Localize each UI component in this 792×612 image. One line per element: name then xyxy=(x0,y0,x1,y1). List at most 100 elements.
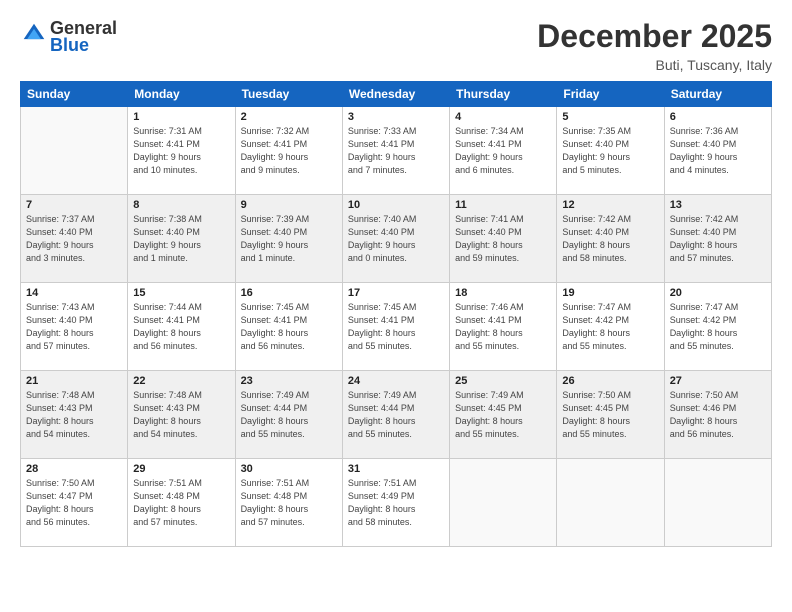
day-info: Sunrise: 7:46 AM Sunset: 4:41 PM Dayligh… xyxy=(455,301,551,353)
day-cell xyxy=(557,459,664,547)
day-cell: 3 Sunrise: 7:33 AM Sunset: 4:41 PM Daylig… xyxy=(342,107,449,195)
day-number: 30 xyxy=(241,463,337,475)
day-info: Sunrise: 7:45 AM Sunset: 4:41 PM Dayligh… xyxy=(241,301,337,353)
day-number: 1 xyxy=(133,111,229,123)
day-number: 25 xyxy=(455,375,551,387)
weekday-friday: Friday xyxy=(557,82,664,107)
day-cell: 19 Sunrise: 7:47 AM Sunset: 4:42 PM Dayli… xyxy=(557,283,664,371)
day-number: 2 xyxy=(241,111,337,123)
calendar: SundayMondayTuesdayWednesdayThursdayFrid… xyxy=(20,81,772,547)
day-cell: 23 Sunrise: 7:49 AM Sunset: 4:44 PM Dayli… xyxy=(235,371,342,459)
day-number: 3 xyxy=(348,111,444,123)
day-cell: 27 Sunrise: 7:50 AM Sunset: 4:46 PM Dayli… xyxy=(664,371,771,459)
day-cell: 24Sunrise: 7:49 AM Sunset: 4:44 PM Dayli… xyxy=(342,371,449,459)
day-cell: 25 Sunrise: 7:49 AM Sunset: 4:45 PM Dayli… xyxy=(450,371,557,459)
day-number: 15 xyxy=(133,287,229,299)
day-number: 18 xyxy=(455,287,551,299)
day-number: 21 xyxy=(26,375,122,387)
day-info: Sunrise: 7:43 AM Sunset: 4:40 PM Dayligh… xyxy=(26,301,122,353)
day-info: Sunrise: 7:31 AM Sunset: 4:41 PM Dayligh… xyxy=(133,125,229,177)
day-info: Sunrise: 7:37 AM Sunset: 4:40 PM Dayligh… xyxy=(26,213,122,265)
weekday-tuesday: Tuesday xyxy=(235,82,342,107)
day-number: 5 xyxy=(562,111,658,123)
day-info: Sunrise: 7:42 AM Sunset: 4:40 PM Dayligh… xyxy=(670,213,766,265)
day-number: 31 xyxy=(348,463,444,475)
week-row-3: 14Sunrise: 7:43 AM Sunset: 4:40 PM Dayli… xyxy=(21,283,772,371)
day-cell: 18 Sunrise: 7:46 AM Sunset: 4:41 PM Dayli… xyxy=(450,283,557,371)
day-info: Sunrise: 7:40 AM Sunset: 4:40 PM Dayligh… xyxy=(348,213,444,265)
weekday-thursday: Thursday xyxy=(450,82,557,107)
day-cell: 29Sunrise: 7:51 AM Sunset: 4:48 PM Dayli… xyxy=(128,459,235,547)
day-info: Sunrise: 7:47 AM Sunset: 4:42 PM Dayligh… xyxy=(670,301,766,353)
day-info: Sunrise: 7:41 AM Sunset: 4:40 PM Dayligh… xyxy=(455,213,551,265)
week-row-4: 21 Sunrise: 7:48 AM Sunset: 4:43 PM Dayli… xyxy=(21,371,772,459)
day-info: Sunrise: 7:33 AM Sunset: 4:41 PM Dayligh… xyxy=(348,125,444,177)
day-number: 6 xyxy=(670,111,766,123)
day-info: Sunrise: 7:49 AM Sunset: 4:44 PM Dayligh… xyxy=(241,389,337,441)
weekday-monday: Monday xyxy=(128,82,235,107)
day-info: Sunrise: 7:50 AM Sunset: 4:45 PM Dayligh… xyxy=(562,389,658,441)
day-info: Sunrise: 7:47 AM Sunset: 4:42 PM Dayligh… xyxy=(562,301,658,353)
day-number: 8 xyxy=(133,199,229,211)
day-info: Sunrise: 7:51 AM Sunset: 4:48 PM Dayligh… xyxy=(133,477,229,529)
header: General Blue December 2025 Buti, Tuscany… xyxy=(20,18,772,73)
day-cell: 8Sunrise: 7:38 AM Sunset: 4:40 PM Daylig… xyxy=(128,195,235,283)
day-cell xyxy=(450,459,557,547)
day-number: 10 xyxy=(348,199,444,211)
weekday-wednesday: Wednesday xyxy=(342,82,449,107)
day-number: 16 xyxy=(241,287,337,299)
month-title: December 2025 xyxy=(537,18,772,55)
day-number: 17 xyxy=(348,287,444,299)
week-row-5: 28Sunrise: 7:50 AM Sunset: 4:47 PM Dayli… xyxy=(21,459,772,547)
day-cell: 13 Sunrise: 7:42 AM Sunset: 4:40 PM Dayli… xyxy=(664,195,771,283)
day-info: Sunrise: 7:42 AM Sunset: 4:40 PM Dayligh… xyxy=(562,213,658,265)
day-info: Sunrise: 7:39 AM Sunset: 4:40 PM Dayligh… xyxy=(241,213,337,265)
day-number: 19 xyxy=(562,287,658,299)
weekday-saturday: Saturday xyxy=(664,82,771,107)
day-number: 23 xyxy=(241,375,337,387)
day-number: 7 xyxy=(26,199,122,211)
day-info: Sunrise: 7:51 AM Sunset: 4:49 PM Dayligh… xyxy=(348,477,444,529)
page: General Blue December 2025 Buti, Tuscany… xyxy=(0,0,792,612)
day-number: 13 xyxy=(670,199,766,211)
day-info: Sunrise: 7:50 AM Sunset: 4:47 PM Dayligh… xyxy=(26,477,122,529)
day-number: 4 xyxy=(455,111,551,123)
day-cell xyxy=(21,107,128,195)
day-info: Sunrise: 7:32 AM Sunset: 4:41 PM Dayligh… xyxy=(241,125,337,177)
day-cell: 12 Sunrise: 7:42 AM Sunset: 4:40 PM Dayli… xyxy=(557,195,664,283)
day-cell: 14Sunrise: 7:43 AM Sunset: 4:40 PM Dayli… xyxy=(21,283,128,371)
logo: General Blue xyxy=(20,18,117,55)
day-cell: 1 Sunrise: 7:31 AM Sunset: 4:41 PM Daylig… xyxy=(128,107,235,195)
day-cell: 17 Sunrise: 7:45 AM Sunset: 4:41 PM Dayli… xyxy=(342,283,449,371)
day-cell: 10 Sunrise: 7:40 AM Sunset: 4:40 PM Dayli… xyxy=(342,195,449,283)
day-info: Sunrise: 7:50 AM Sunset: 4:46 PM Dayligh… xyxy=(670,389,766,441)
day-info: Sunrise: 7:48 AM Sunset: 4:43 PM Dayligh… xyxy=(26,389,122,441)
day-cell: 15 Sunrise: 7:44 AM Sunset: 4:41 PM Dayli… xyxy=(128,283,235,371)
day-info: Sunrise: 7:35 AM Sunset: 4:40 PM Dayligh… xyxy=(562,125,658,177)
weekday-sunday: Sunday xyxy=(21,82,128,107)
day-cell: 9 Sunrise: 7:39 AM Sunset: 4:40 PM Daylig… xyxy=(235,195,342,283)
day-cell: 21 Sunrise: 7:48 AM Sunset: 4:43 PM Dayli… xyxy=(21,371,128,459)
day-info: Sunrise: 7:49 AM Sunset: 4:44 PM Dayligh… xyxy=(348,389,444,441)
day-number: 22 xyxy=(133,375,229,387)
day-cell: 28Sunrise: 7:50 AM Sunset: 4:47 PM Dayli… xyxy=(21,459,128,547)
weekday-header-row: SundayMondayTuesdayWednesdayThursdayFrid… xyxy=(21,82,772,107)
day-info: Sunrise: 7:49 AM Sunset: 4:45 PM Dayligh… xyxy=(455,389,551,441)
day-info: Sunrise: 7:45 AM Sunset: 4:41 PM Dayligh… xyxy=(348,301,444,353)
day-number: 12 xyxy=(562,199,658,211)
title-block: December 2025 Buti, Tuscany, Italy xyxy=(537,18,772,73)
day-cell: 2 Sunrise: 7:32 AM Sunset: 4:41 PM Daylig… xyxy=(235,107,342,195)
day-cell: 4Sunrise: 7:34 AM Sunset: 4:41 PM Daylig… xyxy=(450,107,557,195)
day-cell: 6Sunrise: 7:36 AM Sunset: 4:40 PM Daylig… xyxy=(664,107,771,195)
day-info: Sunrise: 7:44 AM Sunset: 4:41 PM Dayligh… xyxy=(133,301,229,353)
day-number: 11 xyxy=(455,199,551,211)
day-number: 20 xyxy=(670,287,766,299)
day-cell: 30 Sunrise: 7:51 AM Sunset: 4:48 PM Dayli… xyxy=(235,459,342,547)
day-info: Sunrise: 7:51 AM Sunset: 4:48 PM Dayligh… xyxy=(241,477,337,529)
day-cell: 5 Sunrise: 7:35 AM Sunset: 4:40 PM Daylig… xyxy=(557,107,664,195)
day-number: 26 xyxy=(562,375,658,387)
day-number: 27 xyxy=(670,375,766,387)
day-cell: 22Sunrise: 7:48 AM Sunset: 4:43 PM Dayli… xyxy=(128,371,235,459)
day-number: 9 xyxy=(241,199,337,211)
day-cell: 20 Sunrise: 7:47 AM Sunset: 4:42 PM Dayli… xyxy=(664,283,771,371)
